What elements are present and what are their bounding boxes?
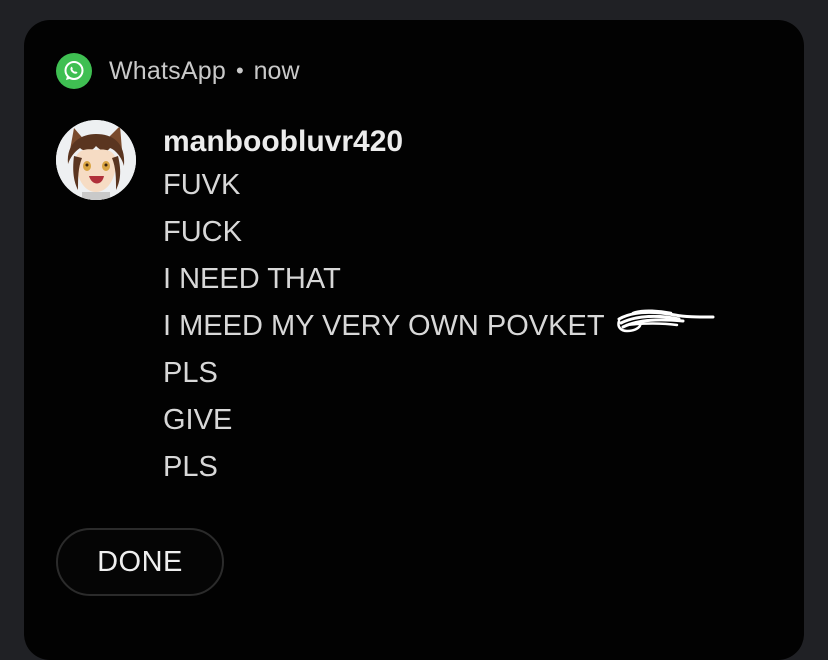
avatar — [56, 120, 136, 200]
message-line: PLS — [163, 451, 218, 483]
message-text: I MEED MY VERY OWN POVKET — [163, 310, 605, 342]
message-line-with-redaction: I MEED MY VERY OWN POVKET — [163, 303, 717, 350]
notification-header: WhatsApp • now — [56, 53, 300, 89]
notification-content: manboobluvr420 FUVK FUCK I NEED THAT I M… — [163, 122, 717, 491]
whatsapp-icon — [56, 53, 92, 89]
header-separator: • — [235, 58, 244, 83]
app-name: WhatsApp — [109, 56, 226, 85]
notification-time: now — [253, 56, 300, 85]
message-line: FUCK — [163, 216, 242, 248]
message-line: FUVK — [163, 169, 241, 201]
message-line: I NEED THAT — [163, 263, 341, 295]
redaction-scribble — [613, 303, 717, 350]
message-line: GIVE — [163, 404, 233, 436]
notification-card[interactable]: WhatsApp • now manboobluvr420 FUVK FUCK … — [24, 20, 804, 660]
sender-name: manboobluvr420 — [163, 125, 404, 158]
message-line: PLS — [163, 357, 218, 389]
done-button[interactable]: DONE — [56, 528, 224, 596]
